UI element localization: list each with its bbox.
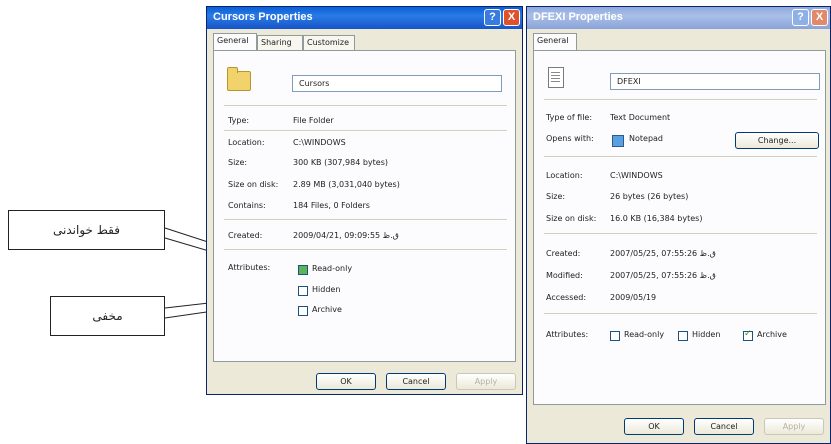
created-label: Created: (228, 231, 263, 240)
location-value: C:\WINDOWS (293, 138, 346, 147)
archive-label: Archive (312, 305, 342, 314)
typeoffile-value: Text Document (610, 113, 671, 122)
created-value: 2007/05/25, 07:55:26 ق.ظ (610, 249, 716, 258)
dfexi-title: DFEXI Properties (533, 11, 623, 23)
contains-value: 184 Files, 0 Folders (293, 201, 370, 210)
change-button[interactable]: Change... (735, 132, 819, 149)
created-label: Created: (546, 249, 581, 258)
modified-label: Modified: (546, 271, 583, 280)
archive-checkbox[interactable] (298, 306, 308, 316)
close-icon: X (815, 11, 824, 23)
readonly-label: Read-only (624, 330, 665, 339)
location-label: Location: (228, 138, 265, 147)
readonly-label: Read-only (312, 264, 353, 273)
sizeondisk-label: Size on disk: (228, 180, 279, 189)
divider (224, 130, 507, 132)
location-label: Location: (546, 171, 583, 180)
help-button[interactable]: ? (484, 9, 501, 26)
cursors-titlebar[interactable]: Cursors Properties ? X (207, 7, 522, 29)
size-label: Size: (546, 192, 566, 201)
close-icon: X (507, 11, 516, 23)
hidden-label: Hidden (692, 330, 721, 339)
ok-button[interactable]: OK (624, 418, 684, 435)
sizeondisk-value: 16.0 KB (16,384 bytes) (610, 214, 703, 223)
sizeondisk-label: Size on disk: (546, 214, 597, 223)
ok-button[interactable]: OK (316, 373, 376, 390)
file-name-field[interactable]: DFEXI (610, 73, 820, 90)
archive-label: Archive (757, 330, 787, 339)
tab-general[interactable]: General (533, 33, 577, 51)
hidden-checkbox[interactable] (298, 286, 308, 296)
size-value: 26 bytes (26 bytes) (610, 192, 689, 201)
dfexi-properties-window: DFEXI Properties ? X General DFEXI Type … (526, 6, 831, 444)
dfexi-titlebar[interactable]: DFEXI Properties ? X (527, 7, 830, 29)
typeoffile-label: Type of file: (546, 113, 593, 122)
readonly-checkbox[interactable] (298, 265, 308, 275)
divider (224, 105, 507, 107)
cancel-button[interactable]: Cancel (386, 373, 446, 390)
location-value: C:\WINDOWS (610, 171, 663, 180)
folder-name-field[interactable]: Cursors (292, 75, 502, 92)
tab-sharing[interactable]: Sharing (257, 35, 303, 50)
contains-label: Contains: (228, 201, 266, 210)
created-value: 2009/04/21, 09:09:55 ق.ظ (293, 231, 399, 240)
type-value: File Folder (293, 116, 334, 125)
size-value: 300 KB (307,984 bytes) (293, 158, 388, 167)
tab-general[interactable]: General (213, 33, 257, 51)
cursors-properties-window: Cursors Properties ? X General Sharing C… (206, 6, 523, 395)
close-button[interactable]: X (503, 9, 520, 26)
attributes-label: Attributes: (228, 263, 271, 272)
close-button[interactable]: X (811, 9, 828, 26)
archive-checkbox[interactable] (743, 329, 753, 341)
folder-icon (227, 67, 251, 91)
divider (224, 249, 507, 251)
hidden-label: Hidden (312, 285, 341, 294)
apply-button[interactable]: Apply (456, 373, 516, 390)
cursors-general-panel: Cursors Type: File Folder Location: C:\W… (213, 50, 516, 362)
divider (544, 233, 817, 235)
type-label: Type: (228, 116, 250, 125)
accessed-label: Accessed: (546, 293, 587, 302)
divider (544, 156, 817, 158)
notepad-icon (612, 135, 624, 147)
text-document-icon (548, 67, 564, 88)
openswith-label: Opens with: (546, 134, 594, 143)
cursors-title: Cursors Properties (213, 11, 313, 23)
attributes-label: Attributes: (546, 330, 589, 339)
divider (544, 313, 817, 315)
modified-value: 2007/05/25, 07:55:26 ق.ظ (610, 271, 716, 280)
openswith-value: Notepad (629, 134, 663, 143)
divider (224, 219, 507, 221)
accessed-value: 2009/05/19 (610, 293, 657, 302)
tab-customize[interactable]: Customize (303, 35, 355, 50)
hidden-checkbox[interactable] (678, 331, 688, 341)
help-button[interactable]: ? (792, 9, 809, 26)
size-label: Size: (228, 158, 248, 167)
dfexi-general-panel: DFEXI Type of file: Text Document Opens … (533, 50, 826, 405)
apply-button[interactable]: Apply (764, 418, 824, 435)
sizeondisk-value: 2.89 MB (3,031,040 bytes) (293, 180, 400, 189)
divider (544, 99, 817, 101)
readonly-checkbox[interactable] (610, 331, 620, 341)
cancel-button[interactable]: Cancel (694, 418, 754, 435)
